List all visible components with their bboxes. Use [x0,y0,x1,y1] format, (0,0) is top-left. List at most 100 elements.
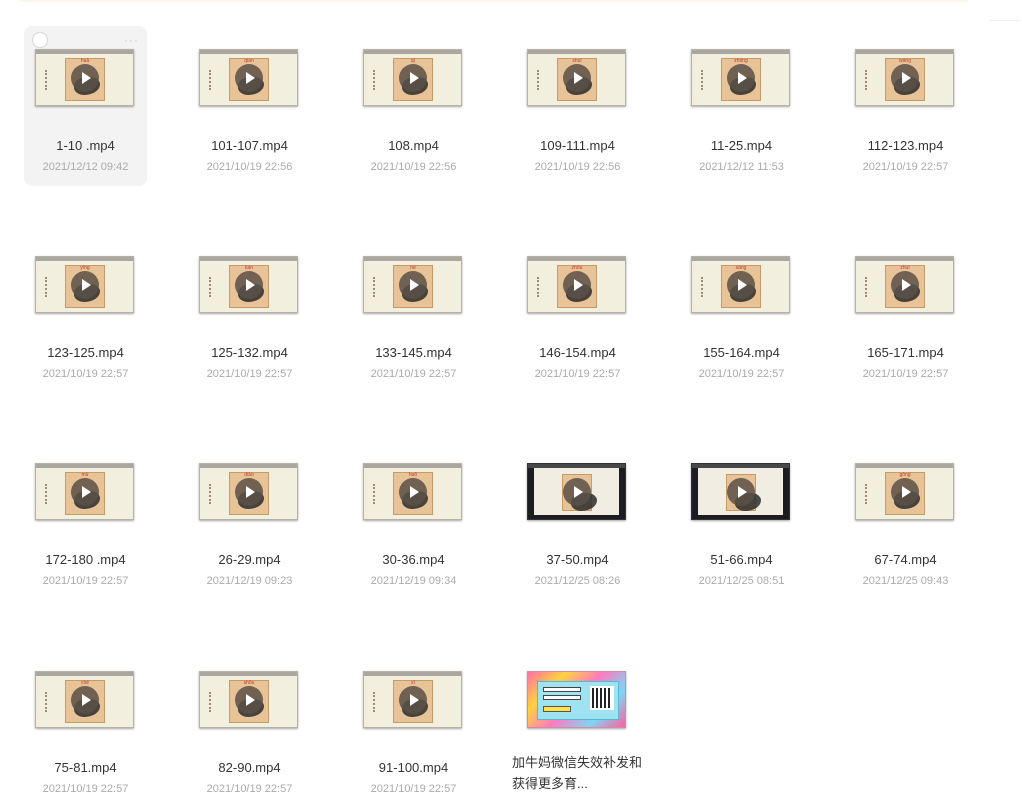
stroke-order-marks [209,70,212,90]
video-toolbar [364,257,461,261]
file-thumbnail[interactable]: sāng [691,256,790,313]
play-icon[interactable] [726,270,755,299]
file-date: 2021/10/19 22:57 [206,783,293,795]
play-icon[interactable] [398,270,427,299]
file-item[interactable]: shuǐ 109-111.mp4 2021/10/19 22:56 [516,26,639,186]
select-checkbox[interactable] [32,32,48,48]
stroke-order-marks [373,692,376,712]
file-date: 2021/10/19 22:57 [698,368,785,380]
file-item[interactable]: 加牛妈微信失效补发和获得更多育... [512,648,642,808]
file-thumbnail[interactable]: xī [363,671,462,728]
file-thumbnail[interactable]: huā [35,49,134,106]
file-thumbnail[interactable]: hé [363,256,462,313]
play-icon[interactable] [234,270,263,299]
video-toolbar [364,50,461,54]
file-thumbnail[interactable]: shuǐ [527,49,626,106]
stroke-order-marks [45,692,48,712]
file-thumbnail[interactable]: tián [199,256,298,313]
play-icon[interactable] [70,63,99,92]
file-item[interactable]: chē 75-81.mp4 2021/10/19 22:57 [24,648,147,808]
play-icon[interactable] [234,477,263,506]
file-item[interactable]: yīng 123-125.mp4 2021/10/19 22:57 [24,233,147,393]
file-thumbnail[interactable] [691,463,790,520]
file-name: 109-111.mp4 [540,138,615,153]
stroke-order-marks [701,70,704,90]
video-toolbar [692,464,789,468]
file-item[interactable]: 51-66.mp4 2021/12/25 08:51 [680,440,803,600]
file-thumbnail[interactable] [527,463,626,520]
play-icon[interactable] [398,63,427,92]
file-date: 2021/10/19 22:57 [534,368,621,380]
play-icon[interactable] [234,63,263,92]
file-name: 37-50.mp4 [546,552,609,567]
file-date: 2021/10/19 22:57 [42,368,129,380]
video-toolbar [200,464,297,468]
file-item[interactable]: qián 101-107.mp4 2021/10/19 22:56 [188,26,311,186]
file-item[interactable]: hé 133-145.mp4 2021/10/19 22:57 [352,233,475,393]
file-date: 2021/12/25 08:51 [698,575,785,587]
file-thumbnail[interactable]: zhōng [691,49,790,106]
file-name: 112-123.mp4 [867,138,944,153]
play-icon[interactable] [890,270,919,299]
file-thumbnail[interactable]: shǒu [199,671,298,728]
file-thumbnail[interactable]: zhōu [527,256,626,313]
file-item[interactable]: sāng 155-164.mp4 2021/10/19 22:57 [680,233,803,393]
file-date: 2021/12/12 09:42 [42,161,129,173]
play-icon[interactable] [70,685,99,714]
file-thumbnail[interactable]: gōng [855,463,954,520]
play-icon[interactable] [890,63,919,92]
play-icon[interactable] [726,63,755,92]
play-icon[interactable] [890,477,919,506]
file-date: 2021/10/19 22:56 [206,161,293,173]
play-icon[interactable] [562,270,591,299]
file-item[interactable]: zhōu 146-154.mp4 2021/10/19 22:57 [516,233,639,393]
file-item[interactable]: shǒu 82-90.mp4 2021/10/19 22:57 [188,648,311,808]
file-item[interactable]: xī 91-100.mp4 2021/10/19 22:57 [352,648,475,808]
play-icon[interactable] [70,270,99,299]
play-icon[interactable] [70,477,99,506]
file-thumbnail[interactable]: zhuī [855,256,954,313]
file-name: 82-90.mp4 [218,760,281,775]
file-grid: ··· huā 1-10 .mp4 2021/12/12 09:42 qián 101-1… [0,0,1022,804]
more-options-icon[interactable]: ··· [124,33,139,47]
file-item[interactable]: gōng 67-74.mp4 2021/12/25 09:43 [844,440,967,600]
file-thumbnail[interactable]: mù [35,463,134,520]
promo-text-line [543,687,581,692]
file-item[interactable]: tián 125-132.mp4 2021/10/19 22:57 [188,233,311,393]
file-item[interactable]: 37-50.mp4 2021/12/25 08:26 [516,440,639,600]
file-thumbnail[interactable]: qī [363,49,462,106]
file-thumbnail[interactable]: yīng [35,256,134,313]
play-icon[interactable] [398,477,427,506]
file-item[interactable]: zhōng 11-25.mp4 2021/12/12 11:53 [680,26,803,186]
video-toolbar [364,464,461,468]
file-item[interactable]: qī 108.mp4 2021/10/19 22:56 [352,26,475,186]
file-date: 2021/10/19 22:56 [370,161,457,173]
file-date: 2021/12/19 09:34 [370,575,457,587]
file-thumbnail[interactable] [527,671,626,728]
play-icon[interactable] [562,477,591,506]
file-item[interactable]: zhuī 165-171.mp4 2021/10/19 22:57 [844,233,967,393]
file-item[interactable]: wáng 112-123.mp4 2021/10/19 22:57 [844,26,967,186]
stroke-order-marks [373,484,376,504]
file-thumbnail[interactable]: huǒ [363,463,462,520]
play-icon[interactable] [398,685,427,714]
file-thumbnail[interactable]: chē [35,671,134,728]
play-icon[interactable] [234,685,263,714]
file-item[interactable]: ··· huā 1-10 .mp4 2021/12/12 09:42 [24,26,147,186]
file-thumbnail[interactable]: qián [199,49,298,106]
file-date: 2021/12/19 09:23 [206,575,293,587]
file-item[interactable]: mù 172-180 .mp4 2021/10/19 22:57 [24,440,147,600]
play-icon[interactable] [562,63,591,92]
file-name: 155-164.mp4 [703,345,780,360]
file-thumbnail[interactable]: diǎo [199,463,298,520]
file-item[interactable]: huǒ 30-36.mp4 2021/12/19 09:34 [352,440,475,600]
qr-code-icon [590,686,614,710]
file-name: 11-25.mp4 [710,138,773,153]
video-toolbar [36,257,133,261]
file-item[interactable]: diǎo 26-29.mp4 2021/12/19 09:23 [188,440,311,600]
file-thumbnail[interactable]: wáng [855,49,954,106]
play-icon[interactable] [726,477,755,506]
file-date: 2021/10/19 22:57 [370,368,457,380]
file-date: 2021/10/19 22:57 [862,368,949,380]
file-name: 146-154.mp4 [539,345,616,360]
